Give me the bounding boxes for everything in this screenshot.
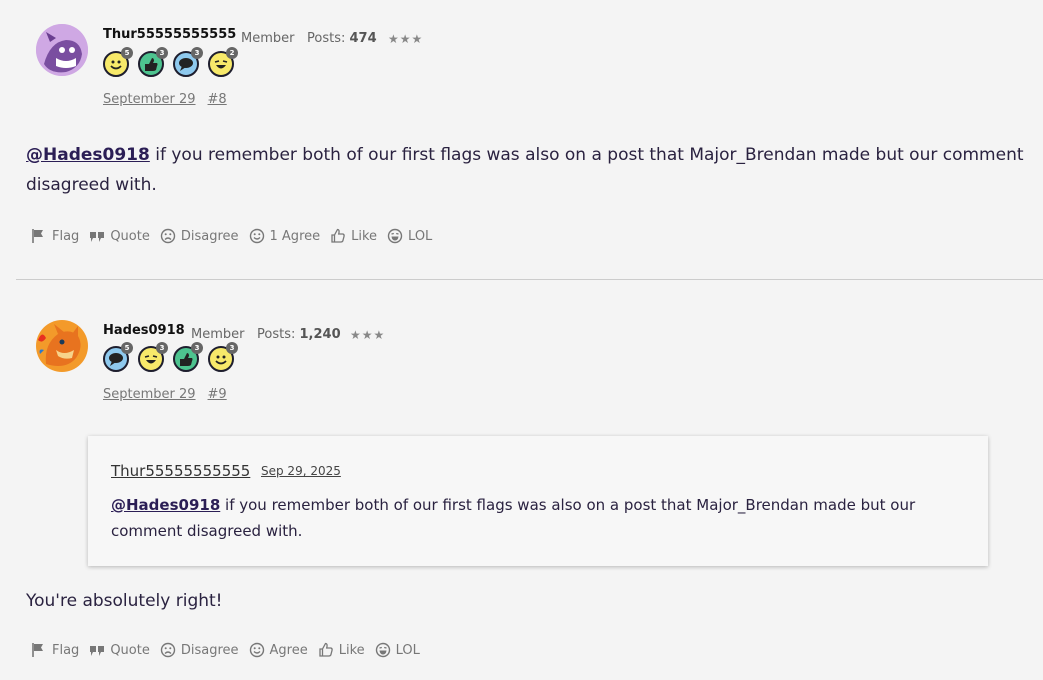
avatar-image	[36, 320, 88, 372]
post-meta: September 29 #8	[103, 92, 227, 107]
posts-count: 474	[349, 31, 377, 46]
post-actions: Flag Quote Disagree 1 Agree Like LOL	[31, 228, 442, 244]
badge-count: 5	[121, 342, 133, 354]
disagree-button[interactable]: Disagree	[160, 642, 239, 658]
like-label: Like	[351, 228, 378, 244]
disagree-label: Disagree	[180, 642, 239, 658]
post-actions: Flag Quote Disagree Agree Like LOL	[31, 642, 430, 658]
post-body: You're absolutely right!	[26, 586, 1026, 616]
posts-label: Posts:	[307, 31, 346, 46]
badge-count: 3	[156, 342, 168, 354]
quote-author-link[interactable]: Thur55555555555	[111, 462, 250, 480]
chat-badge-icon[interactable]: 5	[103, 342, 133, 372]
like-label: Like	[338, 642, 365, 658]
user-avatar[interactable]	[36, 320, 88, 372]
badge-count: 5	[121, 47, 133, 59]
rank-stars: ★★★	[388, 32, 424, 46]
post-number-link[interactable]: #9	[208, 387, 227, 402]
agree-label: Agree	[269, 642, 308, 658]
like-button[interactable]: Like	[318, 642, 365, 658]
user-avatar[interactable]	[36, 24, 88, 76]
agree-button[interactable]: Agree	[249, 642, 308, 658]
agree-label: 1 Agree	[269, 228, 321, 244]
smile-badge-icon[interactable]: 5	[103, 47, 133, 77]
post-divider	[16, 279, 1043, 280]
user-mention[interactable]: @Hades0918	[26, 145, 150, 165]
badge-count: 3	[226, 342, 238, 354]
post-text: if you remember both of our first flags …	[26, 145, 1024, 195]
post-date-link[interactable]: September 29	[103, 92, 196, 107]
chat-badge-icon[interactable]: 3	[173, 47, 203, 77]
smile-badge-icon[interactable]: 3	[208, 342, 238, 372]
laugh-badge-icon[interactable]: 3	[138, 342, 168, 372]
quoted-text: if you remember both of our first flags …	[111, 496, 916, 540]
thumbs-badge-icon[interactable]: 3	[138, 47, 168, 77]
post-count: Posts: 474	[307, 31, 377, 46]
flag-icon	[32, 643, 43, 657]
thumbs-up-icon	[319, 642, 333, 657]
post-meta: September 29 #9	[103, 387, 227, 402]
quote-label: Quote	[110, 228, 150, 244]
lol-label: LOL	[408, 228, 433, 244]
thumbs-up-icon	[331, 228, 345, 243]
badge-count: 3	[191, 47, 203, 59]
user-role: Member	[191, 327, 245, 342]
flag-label: Flag	[52, 642, 80, 658]
quote-date-link[interactable]: Sep 29, 2025	[261, 464, 341, 478]
post-count: Posts: 1,240	[257, 327, 341, 342]
user-mention[interactable]: @Hades0918	[111, 496, 220, 514]
avatar-image	[36, 24, 88, 76]
laugh-badge-icon[interactable]: 2	[208, 47, 238, 77]
quote-block: Thur55555555555 Sep 29, 2025 @Hades0918 …	[88, 436, 988, 566]
laugh-icon	[375, 642, 390, 658]
lol-button[interactable]: LOL	[387, 228, 432, 244]
quote-button[interactable]: Quote	[89, 642, 150, 658]
badge-list: 5 3 3 2	[103, 47, 238, 77]
post-author[interactable]: Thur55555555555	[103, 27, 236, 42]
flag-label: Flag	[52, 228, 80, 244]
post-date-link[interactable]: September 29	[103, 387, 196, 402]
post-number-link[interactable]: #8	[208, 92, 227, 107]
post-author[interactable]: Hades0918	[103, 323, 185, 338]
quote-icon	[90, 232, 105, 242]
lol-label: LOL	[395, 642, 420, 658]
rank-stars: ★★★	[350, 328, 386, 342]
smile-icon	[249, 642, 264, 658]
posts-count: 1,240	[299, 327, 341, 342]
badge-count: 3	[156, 47, 168, 59]
user-role: Member	[241, 31, 295, 46]
disagree-label: Disagree	[180, 228, 239, 244]
smile-icon	[249, 228, 264, 244]
frown-icon	[160, 642, 176, 658]
flag-button[interactable]: Flag	[31, 228, 79, 244]
quote-icon	[90, 646, 105, 656]
badge-count: 2	[226, 47, 238, 59]
post-text: You're absolutely right!	[26, 591, 223, 611]
lol-button[interactable]: LOL	[375, 642, 420, 658]
flag-button[interactable]: Flag	[31, 642, 79, 658]
flag-icon	[32, 229, 43, 243]
badge-count: 3	[191, 342, 203, 354]
laugh-icon	[387, 228, 403, 244]
frown-icon	[160, 228, 176, 244]
like-button[interactable]: Like	[330, 228, 377, 244]
disagree-button[interactable]: Disagree	[160, 228, 239, 244]
quote-button[interactable]: Quote	[89, 228, 150, 244]
quote-label: Quote	[110, 642, 150, 658]
post-body: @Hades0918 if you remember both of our f…	[26, 140, 1026, 200]
thumbs-badge-icon[interactable]: 3	[173, 342, 203, 372]
posts-label: Posts:	[257, 327, 296, 342]
badge-list: 5 3 3 3	[103, 342, 238, 372]
quote-text: @Hades0918 if you remember both of our f…	[111, 492, 971, 544]
agree-button[interactable]: 1 Agree	[249, 228, 321, 244]
